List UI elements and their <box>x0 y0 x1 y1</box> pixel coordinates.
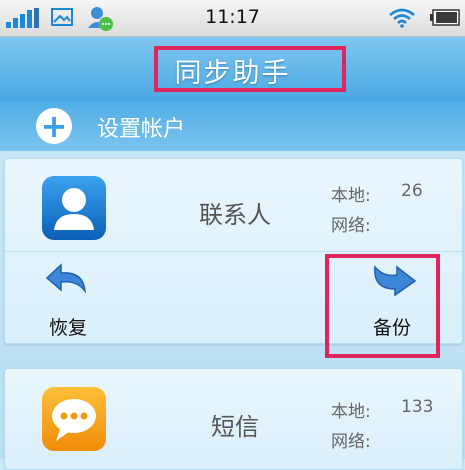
sms-local-label: 本地: <box>331 402 371 422</box>
status-bar: 11:17 <box>0 0 465 37</box>
card-divider <box>5 251 462 252</box>
restore-arrow-icon <box>45 263 87 294</box>
sms-local-count: 133 <box>401 397 434 417</box>
sms-network-label: 网络: <box>331 432 371 452</box>
contacts-network-label: 网络: <box>331 216 371 236</box>
contacts-local-label: 本地: <box>331 186 371 206</box>
contacts-icon <box>42 176 106 240</box>
restore-label: 恢复 <box>49 317 88 339</box>
restore-button[interactable]: 恢复 <box>35 259 115 339</box>
backup-highlight-box <box>325 254 440 358</box>
battery-icon <box>430 9 460 26</box>
setup-account-label: 设置帐户 <box>97 117 186 142</box>
sms-icon <box>42 387 106 451</box>
contacts-title: 联系人 <box>199 201 271 229</box>
contacts-local-count: 26 <box>401 181 423 201</box>
plus-icon: + <box>36 108 72 144</box>
title-bar: 同步助手 <box>0 37 465 101</box>
sms-card: 短信 本地: 133 网络: <box>4 368 463 470</box>
setup-account-button[interactable]: + 设置帐户 <box>0 101 465 151</box>
title-highlight-box <box>154 46 346 92</box>
wifi-icon <box>389 8 415 28</box>
sms-title: 短信 <box>211 413 259 441</box>
contacts-card-header[interactable]: 联系人 本地: 26 网络: <box>5 159 462 247</box>
sms-card-header[interactable]: 短信 本地: 133 网络: <box>5 369 462 457</box>
